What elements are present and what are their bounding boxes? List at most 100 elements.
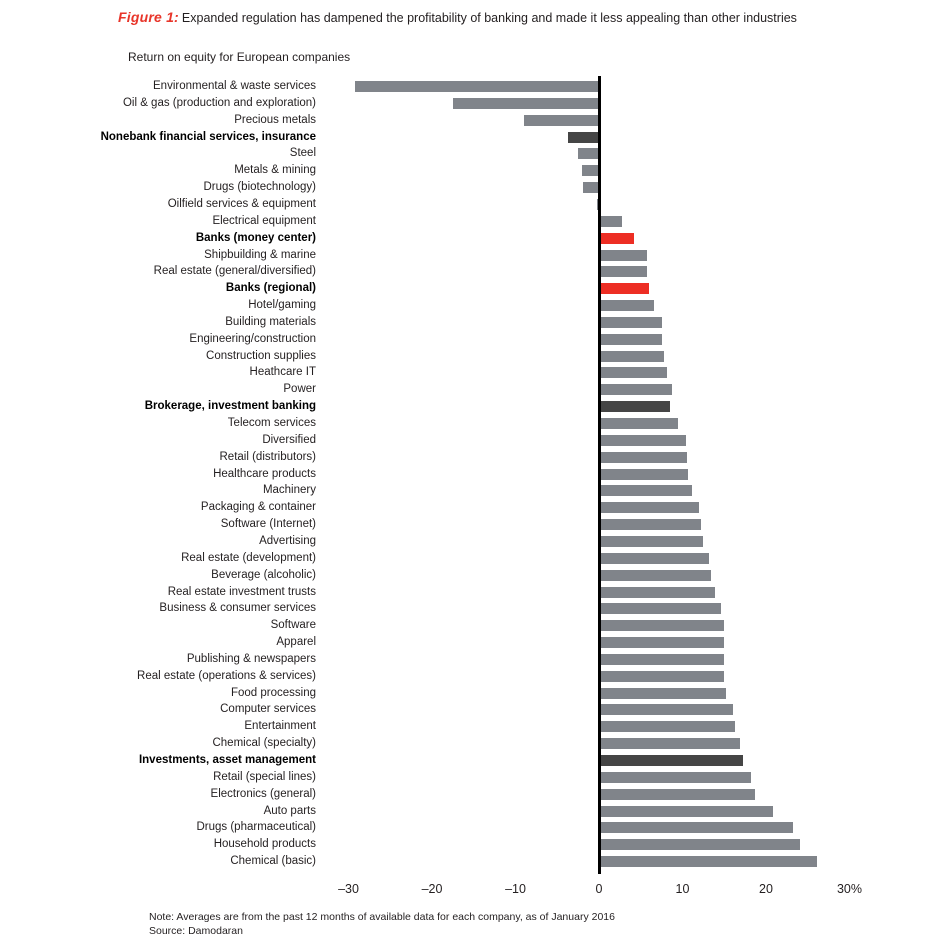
chart-bar — [599, 771, 751, 783]
chart-bar — [599, 535, 703, 547]
category-label: Beverage (alcoholic) — [211, 568, 316, 581]
category-label: Auto parts — [263, 804, 316, 817]
chart-bar — [599, 333, 663, 345]
chart-bar — [599, 418, 679, 429]
chart-bar — [599, 215, 623, 227]
chart-row: Construction supplies — [0, 348, 950, 365]
chart-bar — [583, 182, 599, 194]
category-label: Computer services — [220, 703, 316, 716]
chart-bar — [599, 569, 711, 581]
category-label: Software (Internet) — [220, 518, 316, 531]
chart-bar — [599, 434, 686, 446]
category-label: Software — [270, 619, 316, 632]
category-label: Real estate (operations & services) — [137, 669, 316, 682]
chart-footnote: Note: Averages are from the past 12 mont… — [149, 911, 615, 938]
x-axis-tick-label: 10 — [675, 881, 690, 896]
chart-row: Auto parts — [0, 803, 950, 820]
chart-bar — [599, 401, 670, 413]
chart-bar — [599, 788, 756, 800]
chart-bar — [568, 131, 599, 143]
chart-row: Business & consumer services — [0, 600, 950, 617]
chart-row: Healthcare products — [0, 466, 950, 483]
footnote-note: Note: Averages are from the past 12 mont… — [149, 911, 615, 923]
chart-row: Banks (regional) — [0, 280, 950, 297]
chart-bar — [599, 670, 725, 682]
category-label: Machinery — [262, 484, 316, 497]
chart-row: Electronics (general) — [0, 786, 950, 803]
chart-bar — [599, 603, 721, 615]
chart-row: Telecom services — [0, 415, 950, 432]
category-label: Retail (distributors) — [219, 450, 317, 463]
chart-bar — [599, 755, 743, 766]
category-label: Entertainment — [244, 720, 316, 733]
category-label: Hotel/gaming — [248, 299, 316, 312]
chart-row: Beverage (alcoholic) — [0, 567, 950, 584]
category-label: Drugs (biotechnology) — [203, 181, 316, 194]
chart-bar — [599, 502, 700, 514]
category-label: Steel — [289, 147, 316, 160]
chart-row: Hotel/gaming — [0, 297, 950, 314]
category-label: Publishing & newspapers — [186, 652, 316, 665]
category-label: Food processing — [230, 686, 316, 699]
chart-bar — [599, 468, 688, 480]
chart-row: Power — [0, 381, 950, 398]
chart-row: Oilfield services & equipment — [0, 196, 950, 213]
chart-bar — [599, 687, 726, 699]
chart-row: Computer services — [0, 701, 950, 718]
chart-bar — [599, 704, 733, 716]
chart-bar — [578, 148, 599, 160]
chart-bar — [582, 165, 599, 177]
chart-row: Precious metals — [0, 112, 950, 129]
category-label: Investments, asset management — [138, 754, 316, 766]
chart-bar — [599, 367, 667, 379]
category-label: Chemical (specialty) — [212, 737, 316, 750]
chart-row: Retail (special lines) — [0, 769, 950, 786]
chart-row: Software (Internet) — [0, 516, 950, 533]
chart-row: Food processing — [0, 685, 950, 702]
chart-bar — [599, 266, 647, 278]
chart-row: Publishing & newspapers — [0, 651, 950, 668]
chart-row: Engineering/construction — [0, 331, 950, 348]
category-label: Building materials — [225, 315, 316, 328]
chart-bar — [599, 232, 635, 244]
category-label: Electronics (general) — [210, 787, 316, 800]
category-label: Diversified — [262, 433, 316, 446]
chart-bar — [599, 316, 662, 328]
category-label: Packaging & container — [200, 501, 316, 514]
bar-chart: Environmental & waste services Oil & gas … — [0, 0, 950, 949]
chart-bar — [452, 97, 599, 109]
chart-bar — [355, 81, 599, 92]
chart-row: Real estate (development) — [0, 550, 950, 567]
chart-plot-area: Environmental & waste services Oil & gas … — [0, 0, 950, 949]
category-label: Retail (special lines) — [213, 770, 316, 783]
category-label: Oil & gas (production and exploration) — [122, 96, 316, 109]
category-label: Advertising — [259, 534, 316, 547]
chart-row: Brokerage, investment banking — [0, 398, 950, 415]
chart-bar — [599, 552, 710, 564]
chart-bar — [599, 721, 736, 733]
chart-row: Chemical (basic) — [0, 853, 950, 870]
chart-bar — [599, 451, 687, 463]
chart-row: Apparel — [0, 634, 950, 651]
chart-bar — [599, 300, 655, 312]
chart-row: Diversified — [0, 432, 950, 449]
category-label: Environmental & waste services — [153, 80, 316, 92]
x-axis-tick-label: –20 — [421, 881, 443, 896]
chart-bar — [523, 114, 599, 126]
chart-row: Drugs (biotechnology) — [0, 179, 950, 196]
chart-bar — [599, 249, 647, 261]
chart-row: Real estate (general/diversified) — [0, 263, 950, 280]
chart-bar — [599, 384, 673, 396]
category-label: Telecom services — [227, 417, 316, 429]
category-label: Power — [283, 383, 316, 396]
chart-row: Advertising — [0, 533, 950, 550]
chart-row: Real estate (operations & services) — [0, 668, 950, 685]
category-label: Oilfield services & equipment — [167, 197, 316, 210]
category-label: Household products — [213, 838, 316, 851]
chart-row: Metals & mining — [0, 162, 950, 179]
zero-axis-line — [598, 76, 601, 874]
chart-row: Nonebank financial services, insurance — [0, 129, 950, 146]
chart-bar — [599, 620, 725, 632]
category-label: Electrical equipment — [212, 214, 316, 227]
chart-row: Household products — [0, 836, 950, 853]
